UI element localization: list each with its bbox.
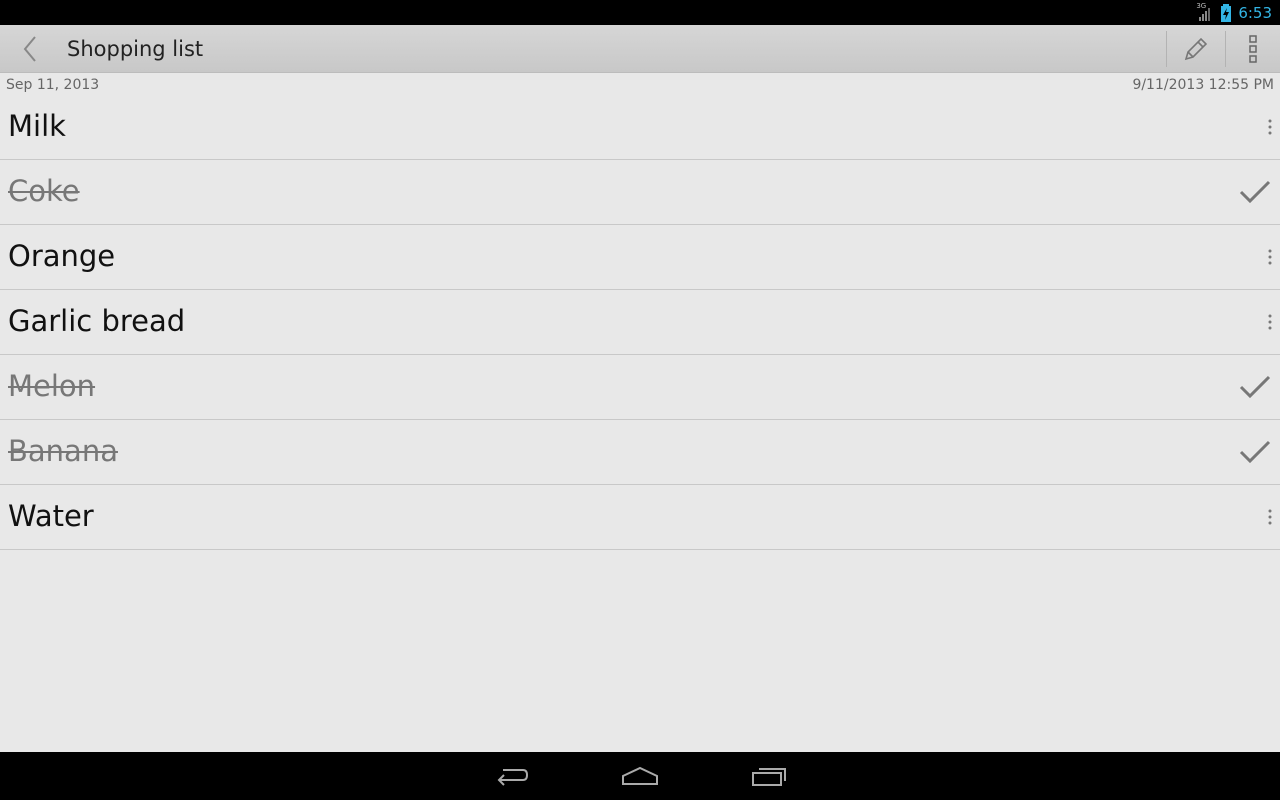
overflow-dots-icon xyxy=(1268,119,1272,135)
list-item-label: Water xyxy=(8,499,94,533)
nav-back-icon xyxy=(495,764,529,788)
item-options-button[interactable] xyxy=(1220,485,1280,549)
page-title: Shopping list xyxy=(67,37,204,61)
list-item-label: Garlic bread xyxy=(8,304,186,338)
checkmark-icon xyxy=(1238,373,1272,401)
status-icons: 3G 6:53 xyxy=(1196,0,1272,25)
network-type-label: 3G xyxy=(1196,1,1207,10)
nav-recents-icon xyxy=(751,765,787,787)
edit-button[interactable] xyxy=(1168,25,1224,72)
nav-recents-button[interactable] xyxy=(729,756,809,796)
list-item-label: Coke xyxy=(8,174,80,208)
list-modified-timestamp: 9/11/2013 12:55 PM xyxy=(1132,77,1274,93)
list-item[interactable]: Water xyxy=(0,485,1280,550)
signal-icon: 3G xyxy=(1196,1,1214,22)
checkmark-icon xyxy=(1238,178,1272,206)
overflow-vertical-icon xyxy=(1248,34,1258,63)
nav-home-button[interactable] xyxy=(600,756,680,796)
shopping-list: Milk Coke Orange Garlic bread Melon Banana Wat… xyxy=(0,95,1280,550)
pencil-icon xyxy=(1182,35,1210,63)
overflow-dots-icon xyxy=(1268,249,1272,265)
item-options-button[interactable] xyxy=(1220,290,1280,354)
list-item[interactable]: Coke xyxy=(0,160,1280,225)
list-item-label: Orange xyxy=(8,239,116,273)
item-options-button[interactable] xyxy=(1220,95,1280,159)
list-date: Sep 11, 2013 xyxy=(6,77,100,93)
list-item[interactable]: Milk xyxy=(0,95,1280,160)
list-meta: Sep 11, 2013 9/11/2013 12:55 PM xyxy=(0,73,1280,97)
status-bar: 3G 6:53 xyxy=(0,0,1280,25)
overflow-dots-icon xyxy=(1268,314,1272,330)
nav-home-icon xyxy=(621,766,659,786)
nav-back-button[interactable] xyxy=(472,756,552,796)
item-options-button[interactable] xyxy=(1220,225,1280,289)
list-item-label: Milk xyxy=(8,109,66,143)
list-item[interactable]: Melon xyxy=(0,355,1280,420)
list-item-label: Banana xyxy=(8,434,118,468)
list-item[interactable]: Garlic bread xyxy=(0,290,1280,355)
checkmark-icon xyxy=(1238,438,1272,466)
checked-toggle[interactable] xyxy=(1220,160,1280,224)
action-divider xyxy=(1166,31,1167,67)
chevron-left-icon xyxy=(20,35,40,63)
status-time: 6:53 xyxy=(1238,3,1272,22)
list-item[interactable]: Banana xyxy=(0,420,1280,485)
list-item-label: Melon xyxy=(8,369,96,403)
battery-charging-icon xyxy=(1220,3,1232,22)
checked-toggle[interactable] xyxy=(1220,355,1280,419)
overflow-menu-button[interactable] xyxy=(1226,25,1280,72)
checked-toggle[interactable] xyxy=(1220,420,1280,484)
navigation-bar xyxy=(0,752,1280,800)
action-bar: Shopping list xyxy=(0,25,1280,73)
overflow-dots-icon xyxy=(1268,509,1272,525)
back-button[interactable] xyxy=(10,31,50,67)
list-item[interactable]: Orange xyxy=(0,225,1280,290)
